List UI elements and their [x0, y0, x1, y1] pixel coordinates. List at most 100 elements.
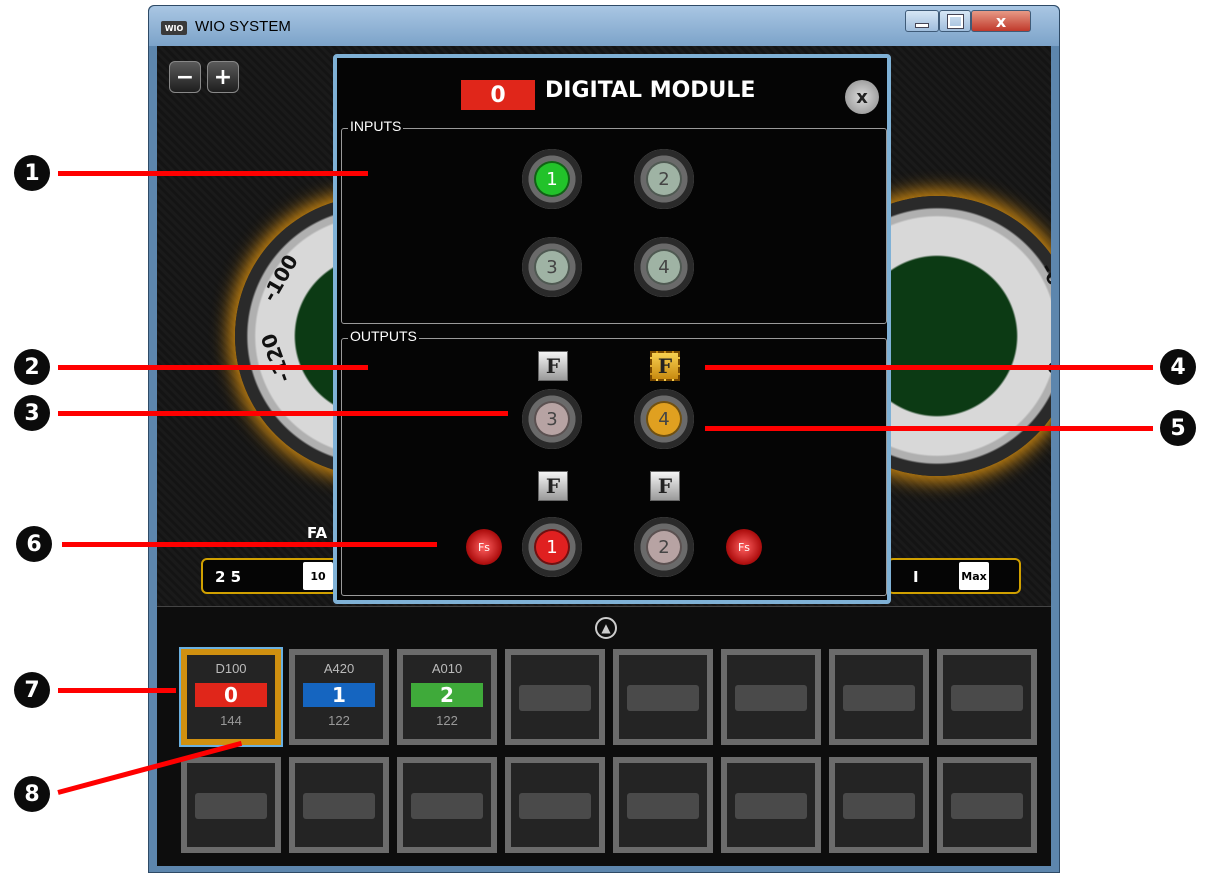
empty-slot-bar: [627, 685, 699, 711]
wio-logo-icon: WIO: [161, 21, 187, 35]
empty-slot-bar: [735, 793, 807, 819]
empty-slot-bar: [951, 685, 1023, 711]
output-toggle-3[interactable]: 3: [522, 389, 582, 449]
output-led: 2: [646, 529, 682, 565]
callout-badge: 7: [14, 672, 50, 708]
client-area: − + -100 -120 -60 -40 FA 2 5 10 I Max 0 …: [157, 46, 1051, 866]
callout-badge: 3: [14, 395, 50, 431]
output-toggle-1[interactable]: 1: [522, 517, 582, 577]
module-slot-a420[interactable]: A420 1 122: [289, 649, 389, 745]
outputs-group: OUTPUTS F F 3 4 F F Fs 1 2 Fs: [341, 328, 887, 596]
dashboard: − + -100 -120 -60 -40 FA 2 5 10 I Max 0 …: [157, 46, 1051, 606]
module-slot-empty[interactable]: [613, 757, 713, 853]
empty-slot-bar: [303, 793, 375, 819]
gauge-label: -40: [1041, 336, 1051, 380]
force-output-3-button[interactable]: F: [538, 351, 568, 381]
callout-badge: 2: [14, 349, 50, 385]
output-led: 4: [646, 401, 682, 437]
module-slot-d100[interactable]: D100 0 144: [179, 647, 283, 747]
digital-module-dialog: 0 DIGITAL MODULE x INPUTS 1 2 3 4 OUTPUT…: [333, 54, 891, 604]
maximize-icon: [946, 13, 964, 29]
empty-slot-bar: [519, 793, 591, 819]
force-output-2-button[interactable]: F: [650, 471, 680, 501]
input-indicator-3: 3: [522, 237, 582, 297]
maximize-button[interactable]: [939, 10, 971, 32]
module-number: 0: [195, 683, 267, 707]
empty-slot-bar: [843, 685, 915, 711]
zoom-in-button[interactable]: +: [207, 61, 239, 93]
close-window-button[interactable]: x: [971, 10, 1031, 32]
slider-ticks: 2 5: [215, 568, 242, 586]
module-type: A420: [323, 661, 355, 676]
annotation-line: [58, 171, 368, 176]
slider-handle[interactable]: 10: [303, 562, 333, 590]
callout-badge: 8: [14, 776, 50, 812]
chevron-up-icon[interactable]: ▲: [595, 617, 617, 639]
failsafe-output-1-button[interactable]: Fs: [466, 529, 502, 565]
dialog-title: DIGITAL MODULE: [545, 78, 756, 103]
force-output-1-button[interactable]: F: [538, 471, 568, 501]
module-slot-empty[interactable]: [505, 649, 605, 745]
module-count: 144: [220, 713, 242, 728]
level-slider[interactable]: I Max: [887, 558, 1021, 594]
module-number: 2: [411, 683, 483, 707]
empty-slot-bar: [411, 793, 483, 819]
minimize-icon: [915, 22, 929, 28]
module-slot-empty[interactable]: [829, 649, 929, 745]
output-led: 3: [534, 401, 570, 437]
zoom-out-button[interactable]: −: [169, 61, 201, 93]
module-slot-a010[interactable]: A010 2 122: [397, 649, 497, 745]
input-led: 4: [646, 249, 682, 285]
module-slot-empty[interactable]: [613, 649, 713, 745]
callout-badge: 4: [1160, 349, 1196, 385]
slider-tick: I: [913, 568, 919, 586]
fade-slider[interactable]: 2 5 10: [201, 558, 341, 594]
input-led: 1: [534, 161, 570, 197]
force-output-4-button[interactable]: F: [650, 351, 680, 381]
module-number-badge: 0: [461, 80, 535, 110]
module-slot-empty[interactable]: [505, 757, 605, 853]
module-type: D100: [215, 661, 247, 676]
input-indicator-4: 4: [634, 237, 694, 297]
output-toggle-4[interactable]: 4: [634, 389, 694, 449]
annotation-line: [58, 411, 508, 416]
module-slot-empty[interactable]: [721, 757, 821, 853]
input-led: 3: [534, 249, 570, 285]
slider-label: FA: [307, 524, 328, 542]
module-number: 1: [303, 683, 375, 707]
module-slot-empty[interactable]: [829, 757, 929, 853]
gauge-label: -60: [1035, 258, 1051, 302]
close-dialog-button[interactable]: x: [845, 80, 879, 114]
module-slot-empty[interactable]: [397, 757, 497, 853]
module-grid: ▲ D100 0 144 A420 1 122 A010 2 122: [157, 606, 1051, 866]
module-slot-empty[interactable]: [289, 757, 389, 853]
annotation-line: [58, 688, 176, 693]
callout-badge: 1: [14, 155, 50, 191]
empty-slot-bar: [519, 685, 591, 711]
slider-handle[interactable]: Max: [959, 562, 989, 590]
window-title: WIO SYSTEM: [195, 18, 291, 35]
app-window: WIO WIO SYSTEM x − + -100 -120 -60 -40 F…: [148, 5, 1060, 873]
callout-badge: 6: [16, 526, 52, 562]
annotation-line: [62, 542, 437, 547]
module-slot-empty[interactable]: [181, 757, 281, 853]
inputs-group: INPUTS 1 2 3 4: [341, 118, 887, 324]
input-led: 2: [646, 161, 682, 197]
module-count: 122: [328, 713, 350, 728]
module-slot-empty[interactable]: [721, 649, 821, 745]
input-indicator-2: 2: [634, 149, 694, 209]
annotation-line: [705, 365, 1153, 370]
output-toggle-2[interactable]: 2: [634, 517, 694, 577]
output-led: 1: [534, 529, 570, 565]
title-bar[interactable]: WIO WIO SYSTEM x: [149, 6, 1059, 46]
gauge-label: -120: [256, 330, 296, 386]
gauge-label: -100: [257, 250, 303, 306]
module-slot-empty[interactable]: [937, 757, 1037, 853]
module-slot-empty[interactable]: [937, 649, 1037, 745]
input-indicator-1: 1: [522, 149, 582, 209]
failsafe-output-2-button[interactable]: Fs: [726, 529, 762, 565]
inputs-label: INPUTS: [348, 118, 404, 134]
empty-slot-bar: [951, 793, 1023, 819]
minimize-button[interactable]: [905, 10, 939, 32]
annotation-line: [705, 426, 1153, 431]
